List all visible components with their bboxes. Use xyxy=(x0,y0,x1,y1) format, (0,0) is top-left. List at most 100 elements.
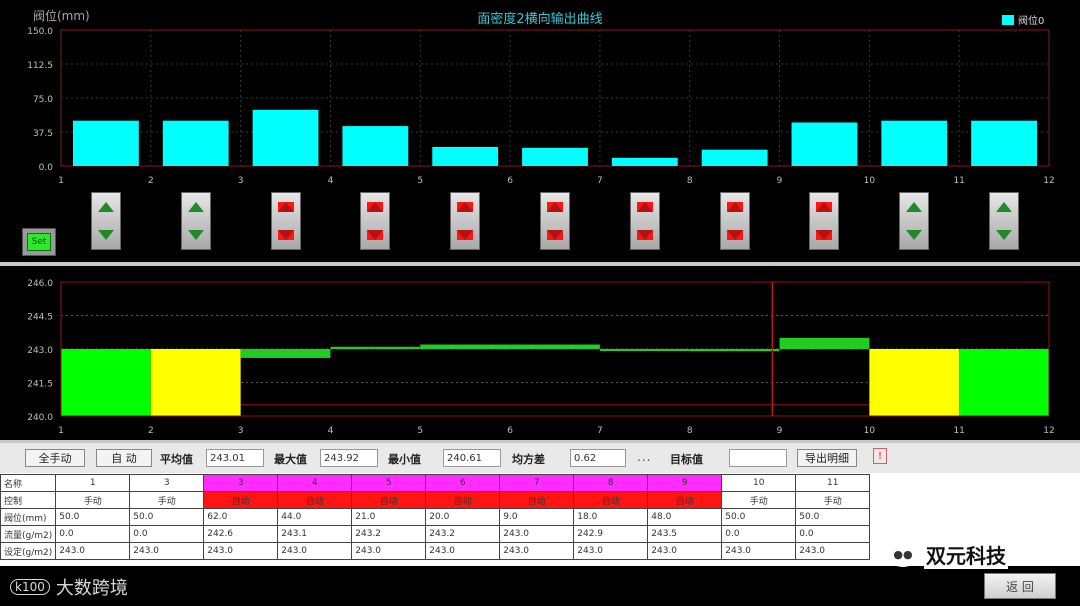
control-mode-cell[interactable]: 自动 xyxy=(647,491,723,509)
arrow-down-icon[interactable] xyxy=(906,230,923,240)
max-value: 243.92 xyxy=(320,449,378,467)
all-manual-button[interactable]: 全手动 xyxy=(25,449,85,467)
arrow-up-icon[interactable] xyxy=(816,202,833,212)
arrow-down-icon[interactable] xyxy=(367,230,384,240)
arrow-down-icon[interactable] xyxy=(816,230,833,240)
valve-table: 名称 1 3 3 4 5 6 7 8 9 10 11 控制 手动 手动 自动 自动 自动 自动 自动 自动 自动 手动 手动阀… xyxy=(0,474,871,560)
valve-bar-chart: 150.0112.575.037.50.01 2 3 4 5 6 7 8 9 10 11 12 xyxy=(27,27,1054,186)
control-mode-cell[interactable]: 手动 xyxy=(129,491,205,509)
valve-adjust-button[interactable] xyxy=(180,192,211,250)
valve-adjust-button[interactable] xyxy=(360,192,391,250)
back-button[interactable]: 返 回 xyxy=(984,573,1056,599)
edge-zone xyxy=(61,349,151,416)
arrow-up-icon[interactable] xyxy=(457,202,474,212)
valve-cell[interactable]: 44.0 xyxy=(277,508,353,526)
valve-adjust-button[interactable] xyxy=(989,192,1020,250)
control-mode-cell[interactable]: 自动 xyxy=(425,491,501,509)
valve-adjust-button[interactable] xyxy=(450,192,481,250)
valve-cell[interactable]: 50.0 xyxy=(55,508,131,526)
y-tick-label: 37.5 xyxy=(33,129,53,139)
y-tick-label: 243.0 xyxy=(27,346,53,356)
zone-name-cell: 3 xyxy=(203,474,279,492)
control-mode-cell[interactable]: 自动 xyxy=(277,491,353,509)
arrow-down-icon[interactable] xyxy=(97,230,114,240)
min-label: 最小值 xyxy=(388,453,421,466)
flow-cell: 243.1 xyxy=(277,525,353,543)
density-profile-chart: 246.0244.5243.0241.5240.01 2 3 4 5 6 7 8 9 10 11 12 xyxy=(27,279,1054,436)
edge-zone xyxy=(869,349,960,416)
arrow-up-icon[interactable] xyxy=(547,202,563,212)
x-tick-label: 7 xyxy=(597,426,603,436)
y-tick-label: 75.0 xyxy=(33,95,53,105)
setpoint-cell: 243.0 xyxy=(573,542,649,560)
setpoint-cell: 243.0 xyxy=(647,542,723,560)
valve-adjust-button[interactable] xyxy=(809,192,840,250)
arrow-up-icon[interactable] xyxy=(906,202,923,212)
k100-logo-icon: k100 xyxy=(10,579,50,595)
alert-icon[interactable]: ! xyxy=(873,448,887,464)
x-tick-label: 12 xyxy=(1043,426,1054,436)
measured-segment xyxy=(599,349,690,351)
valve-adjust-button[interactable] xyxy=(719,192,750,250)
arrow-down-icon[interactable] xyxy=(277,230,294,240)
valve-bar xyxy=(522,147,588,166)
zone-name-cell: 9 xyxy=(647,474,723,492)
control-mode-cell[interactable]: 手动 xyxy=(55,491,131,509)
arrow-up-icon[interactable] xyxy=(996,202,1013,212)
valve-adjust-button[interactable] xyxy=(540,192,570,250)
x-tick-label: 1 xyxy=(58,426,64,436)
control-mode-cell[interactable]: 手动 xyxy=(795,491,871,509)
valve-adjust-button[interactable] xyxy=(270,192,301,250)
y-tick-label: 246.0 xyxy=(27,279,53,289)
valve-cell[interactable]: 48.0 xyxy=(647,508,723,526)
control-mode-cell[interactable]: 手动 xyxy=(721,491,797,509)
x-tick-label: 10 xyxy=(864,176,876,186)
arrow-down-icon[interactable] xyxy=(726,230,743,240)
arrow-up-icon[interactable] xyxy=(726,202,743,212)
arrow-up-icon[interactable] xyxy=(97,202,114,212)
setpoint-cell: 243.0 xyxy=(203,542,279,560)
valve-cell[interactable]: 50.0 xyxy=(129,508,205,526)
export-detail-button[interactable]: 导出明细 xyxy=(797,449,857,467)
valve-cell[interactable]: 50.0 xyxy=(795,508,871,526)
watermark-left-text: 大数跨境 xyxy=(55,578,128,599)
arrow-down-icon[interactable] xyxy=(457,230,474,240)
row-header: 设定(g/m2) xyxy=(0,542,57,560)
valve-bar xyxy=(791,122,858,166)
control-mode-cell[interactable]: 自动 xyxy=(499,491,575,509)
valve-adjust-button[interactable] xyxy=(629,192,660,250)
valve-cell[interactable]: 18.0 xyxy=(573,508,649,526)
arrow-down-icon[interactable] xyxy=(636,230,653,240)
valve-cell[interactable]: 9.0 xyxy=(499,508,575,526)
setpoint-cell: 243.0 xyxy=(351,542,427,560)
min-value: 240.61 xyxy=(443,449,501,467)
measured-segment xyxy=(240,349,331,358)
control-mode-cell[interactable]: 自动 xyxy=(573,491,649,509)
arrow-up-icon[interactable] xyxy=(187,202,204,212)
valve-cell[interactable]: 62.0 xyxy=(203,508,279,526)
valve-cell[interactable]: 21.0 xyxy=(351,508,427,526)
x-tick-label: 8 xyxy=(687,176,693,186)
y-tick-label: 240.0 xyxy=(27,413,53,423)
control-mode-cell[interactable]: 自动 xyxy=(351,491,427,509)
x-tick-label: 3 xyxy=(238,426,244,436)
valve-cell[interactable]: 50.0 xyxy=(721,508,797,526)
arrow-up-icon[interactable] xyxy=(367,202,384,212)
arrow-down-icon[interactable] xyxy=(996,230,1013,240)
valve-cell[interactable]: 20.0 xyxy=(425,508,501,526)
set-button[interactable]: Set xyxy=(22,228,56,256)
arrow-down-icon[interactable] xyxy=(187,230,204,240)
valve-adjust-button[interactable] xyxy=(90,192,121,250)
arrow-up-icon[interactable] xyxy=(636,202,653,212)
control-mode-cell[interactable]: 自动 xyxy=(203,491,279,509)
arrow-down-icon[interactable] xyxy=(547,230,563,240)
target-value-input[interactable] xyxy=(729,449,787,467)
x-tick-label: 11 xyxy=(953,176,964,186)
arrow-up-icon[interactable] xyxy=(277,202,294,212)
valve-adjust-button[interactable] xyxy=(899,192,930,250)
auto-button[interactable]: 自 动 xyxy=(96,449,152,467)
footer-bar xyxy=(0,566,1080,606)
flow-cell: 242.6 xyxy=(203,525,279,543)
avg-value: 243.01 xyxy=(206,449,264,467)
zone-name-cell: 6 xyxy=(425,474,501,492)
